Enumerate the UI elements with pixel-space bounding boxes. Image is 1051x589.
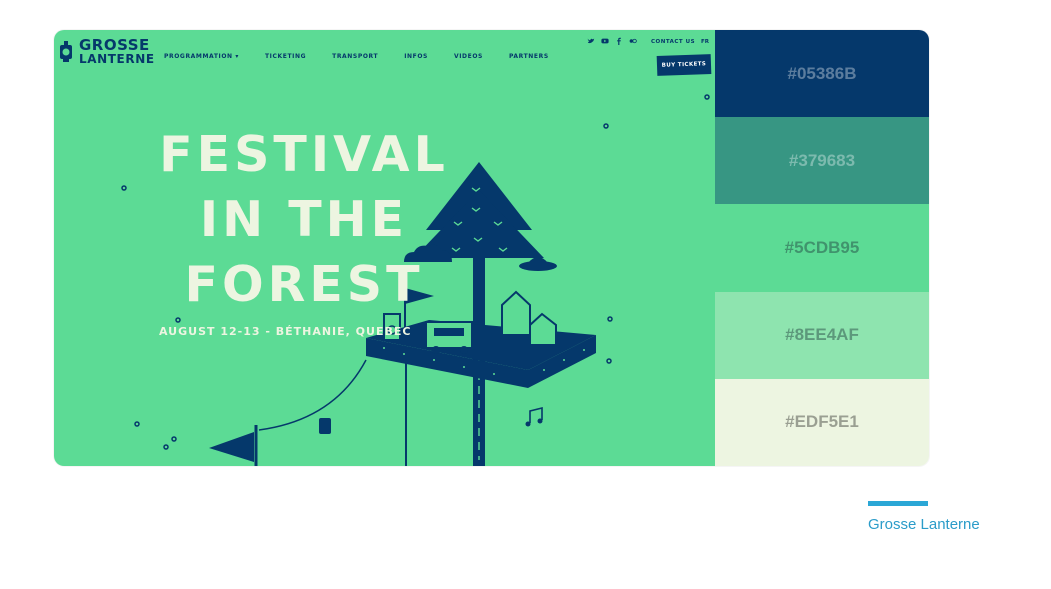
hero-line3: FOREST — [184, 256, 424, 313]
swatch-1: #05386B — [715, 30, 929, 118]
swatch-4: #8EE4AF — [715, 291, 929, 379]
caption-title[interactable]: Grosse Lanterne — [868, 516, 980, 533]
swatch-2: #379683 — [715, 117, 929, 205]
color-palette: #05386B #379683 #5CDB95 #8EE4AF #EDF5E1 — [715, 30, 929, 466]
preview-card: GROSSE LANTERNE PROGRAMMATION ▾ TICKETIN… — [54, 30, 929, 466]
hero-title: FESTIVAL IN THE FOREST — [154, 122, 454, 317]
event-date: AUGUST 12-13 - BÉTHANIE, QUEBEC — [159, 325, 412, 338]
swatch-5: #EDF5E1 — [715, 378, 929, 466]
hero-line2: IN THE — [199, 191, 409, 248]
site-screenshot: GROSSE LANTERNE PROGRAMMATION ▾ TICKETIN… — [54, 30, 715, 466]
swatch-3: #5CDB95 — [715, 204, 929, 292]
caption-accent-bar — [868, 501, 928, 506]
hero-line1: FESTIVAL — [159, 126, 449, 183]
